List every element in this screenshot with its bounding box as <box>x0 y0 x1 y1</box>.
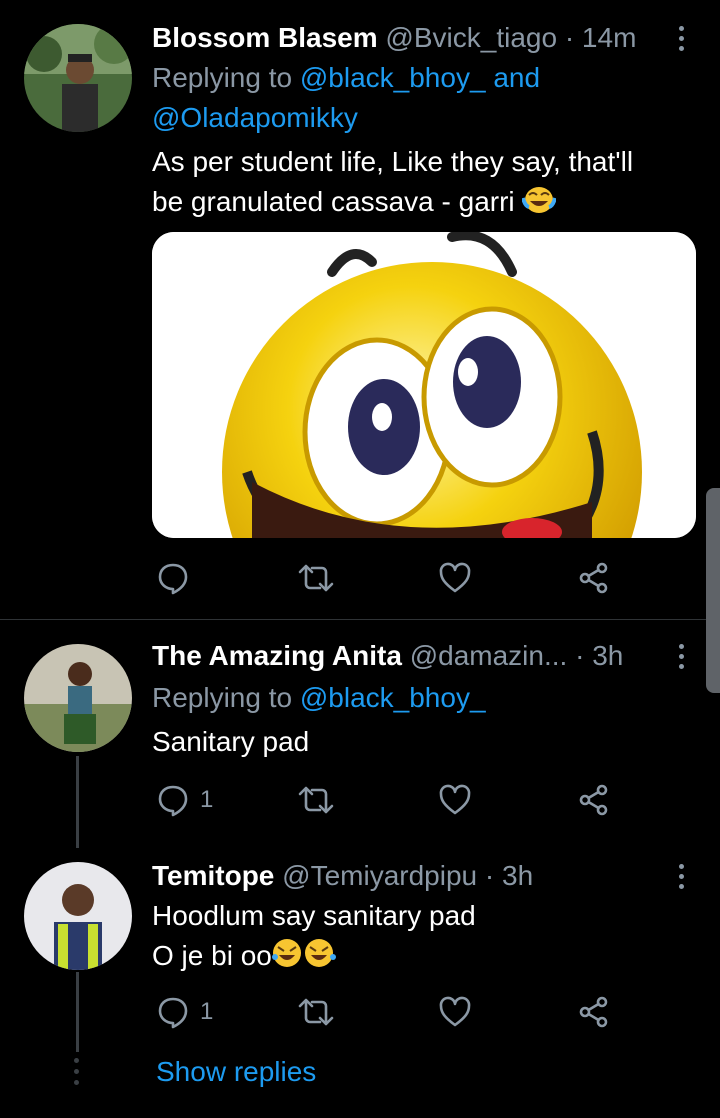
retweet-button[interactable] <box>298 558 334 598</box>
heart-icon <box>439 996 471 1027</box>
tweet-actions: 1 <box>152 780 622 820</box>
mention-link[interactable]: @Oladapomikky <box>152 102 358 133</box>
replying-prefix: Replying to <box>152 682 293 713</box>
laughing-tears-emoji <box>521 185 558 226</box>
tweet-text-line: O je bi oo <box>152 940 272 971</box>
display-name[interactable]: Temitope <box>152 860 274 891</box>
more-options-icon[interactable] <box>666 20 696 56</box>
tweet-header: Blossom Blasem @Bvick_tiago · 14m <box>152 20 660 56</box>
avatar[interactable] <box>24 24 132 132</box>
share-icon <box>579 562 608 594</box>
tweet-temitope[interactable]: Temitope @Temiyardpipu · 3h Hoodlum say … <box>0 840 720 1040</box>
retweet-button[interactable] <box>298 780 334 820</box>
share-button[interactable] <box>578 780 610 820</box>
replying-and[interactable]: and <box>493 62 540 93</box>
tweet-text-line: Sanitary pad <box>152 726 310 757</box>
thread-line <box>76 972 79 1052</box>
more-options-icon[interactable] <box>666 638 696 674</box>
tweet-text: Sanitary pad <box>152 722 680 762</box>
replying-to: Replying to @black_bhoy_ and <box>152 58 540 98</box>
separator-dot: · <box>575 640 585 671</box>
avatar[interactable] <box>24 644 132 752</box>
user-handle[interactable]: @Temiyardpipu <box>282 860 477 891</box>
like-button[interactable] <box>438 992 472 1032</box>
scrollbar-thumb[interactable] <box>706 488 720 693</box>
thread-continuation-dots <box>74 1058 79 1085</box>
replying-to: Replying to @black_bhoy_ <box>152 678 486 718</box>
avatar[interactable] <box>24 862 132 970</box>
reply-count: 1 <box>200 998 214 1025</box>
retweet-button[interactable] <box>298 992 334 1032</box>
heart-icon <box>439 562 471 593</box>
heart-icon <box>439 784 471 815</box>
tweet-header: Temitope @Temiyardpipu · 3h <box>152 858 660 894</box>
more-options-icon[interactable] <box>666 858 696 894</box>
user-handle[interactable]: @Bvick_tiago <box>385 22 557 53</box>
timestamp[interactable]: 3h <box>592 640 623 671</box>
tweet-text-line: As per student life, Like they say, that… <box>152 146 634 177</box>
share-icon <box>579 996 608 1028</box>
reply-count: 1 <box>200 786 214 813</box>
tweet-text-line: Hoodlum say sanitary pad <box>152 900 476 931</box>
tweet-actions <box>152 558 622 598</box>
tweet-text: Hoodlum say sanitary pad O je bi oo <box>152 896 680 980</box>
emoji-face-image[interactable] <box>152 232 696 538</box>
rolling-laughing-emoji <box>271 937 336 980</box>
reply-button[interactable] <box>156 558 190 598</box>
user-handle[interactable]: @damazin... <box>410 640 568 671</box>
share-icon <box>579 784 608 816</box>
reply-icon <box>158 997 188 1029</box>
like-button[interactable] <box>438 780 472 820</box>
retweet-icon <box>298 786 334 814</box>
separator-dot: · <box>564 22 575 53</box>
thread-line <box>76 756 79 848</box>
retweet-icon <box>298 998 334 1026</box>
share-button[interactable] <box>578 992 610 1032</box>
tweet-actions: 1 <box>152 992 622 1032</box>
reply-icon <box>158 785 188 817</box>
tweet-blossom[interactable]: Blossom Blasem @Bvick_tiago · 14m Replyi… <box>0 0 720 620</box>
timestamp[interactable]: 3h <box>502 860 533 891</box>
reply-icon <box>158 563 188 595</box>
mention-link[interactable]: @black_bhoy_ <box>300 62 486 93</box>
tweet-header: The Amazing Anita @damazin... · 3h <box>152 638 660 674</box>
display-name[interactable]: Blossom Blasem <box>152 22 378 53</box>
reply-button[interactable]: 1 <box>156 780 213 820</box>
tweet-text: As per student life, Like they say, that… <box>152 142 680 226</box>
share-button[interactable] <box>578 558 610 598</box>
mention-link[interactable]: @black_bhoy_ <box>300 682 486 713</box>
retweet-icon <box>298 564 334 592</box>
separator-dot: · <box>484 860 495 891</box>
tweet-text-line: be granulated cassava - garri <box>152 186 515 217</box>
display-name[interactable]: The Amazing Anita <box>152 640 402 671</box>
reply-button[interactable]: 1 <box>156 992 213 1032</box>
show-replies-link[interactable]: Show replies <box>156 1056 316 1088</box>
replying-to-continued: @Oladapomikky <box>152 98 358 138</box>
replying-prefix: Replying to <box>152 62 293 93</box>
timestamp[interactable]: 14m <box>582 22 636 53</box>
like-button[interactable] <box>438 558 472 598</box>
tweet-anita[interactable]: The Amazing Anita @damazin... · 3h Reply… <box>0 620 720 860</box>
